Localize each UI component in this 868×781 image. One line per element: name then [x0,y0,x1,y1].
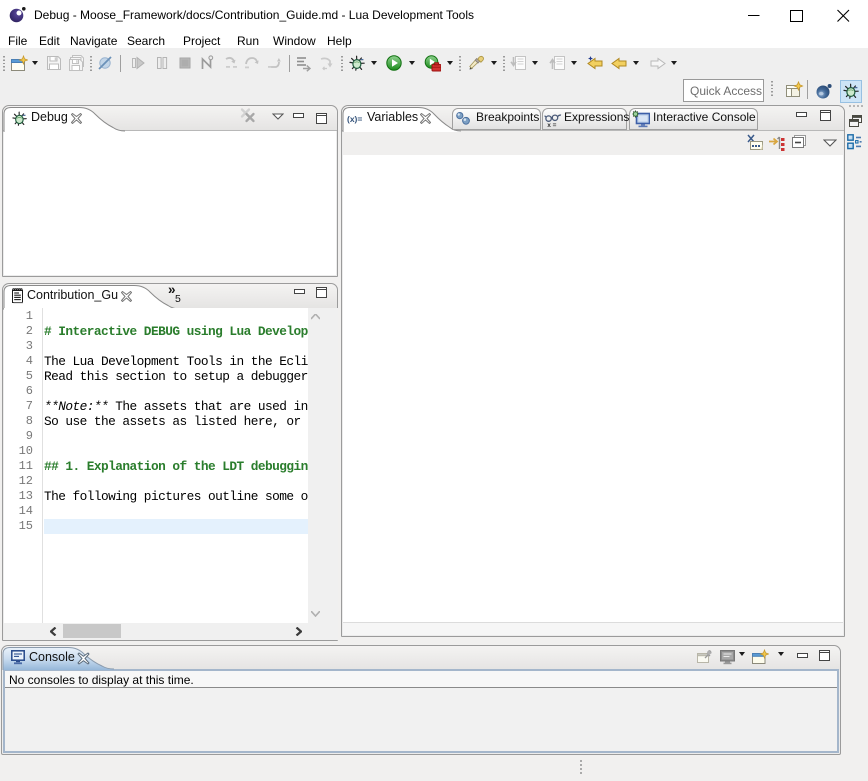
svg-text:x =: x = [547,122,556,128]
